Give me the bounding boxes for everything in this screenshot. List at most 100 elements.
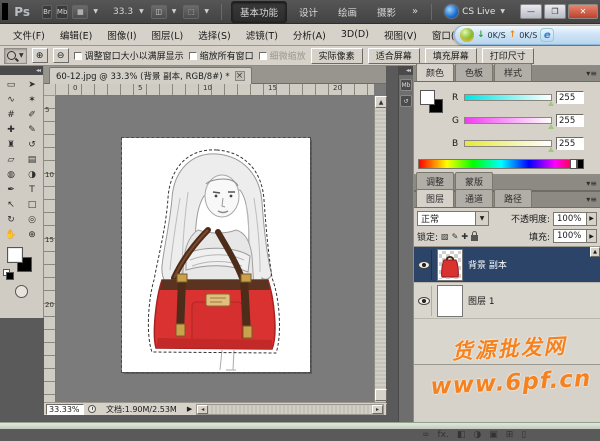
opacity-field[interactable]: 100%▶ [553, 212, 597, 226]
slider-marker-icon[interactable] [548, 124, 554, 129]
zoom-all-windows-checkbox[interactable]: 缩放所有窗口 [189, 49, 254, 62]
tab-swatches[interactable]: 色板 [455, 63, 493, 81]
lock-all-icon[interactable] [471, 235, 478, 241]
tab-styles[interactable]: 样式 [494, 63, 532, 81]
healing-brush-tool[interactable]: ✚ [1, 122, 22, 137]
flyout-icon[interactable]: ▶ [586, 230, 596, 242]
gradient-tool[interactable]: ▤ [22, 152, 43, 167]
tab-close-icon[interactable]: × [235, 71, 245, 81]
workspace-design-button[interactable]: 设计 [291, 2, 326, 22]
crop-tool[interactable]: # [1, 107, 22, 122]
visibility-cell[interactable] [416, 250, 432, 280]
workspace-painting-button[interactable]: 绘画 [330, 2, 365, 22]
bridge-button[interactable]: Br [42, 5, 52, 19]
menu-image[interactable]: 图像(I) [100, 25, 143, 45]
green-slider[interactable] [464, 117, 552, 124]
tab-color[interactable]: 颜色 [416, 63, 454, 81]
eye-icon[interactable] [418, 261, 430, 269]
status-zoom-field[interactable]: 33.33% [46, 404, 84, 415]
menu-3d[interactable]: 3D(D) [334, 26, 376, 43]
workspace-overflow-button[interactable]: » [408, 6, 422, 17]
adjustment-layer-icon[interactable]: ◑ [473, 430, 481, 440]
layer-row-background-copy[interactable]: 背景 副本 [414, 247, 600, 283]
white-chip[interactable] [570, 159, 577, 169]
eyedropper-tool[interactable]: ✐ [22, 107, 43, 122]
flyout-icon[interactable]: ▶ [586, 213, 596, 225]
panel-menu-icon[interactable]: ▾≡ [586, 69, 597, 78]
lock-transparent-icon[interactable]: ▨ [441, 232, 449, 241]
mini-bridge-button[interactable]: Mb [56, 5, 68, 19]
mini-bridge-panel-icon[interactable]: Mb [400, 79, 412, 91]
tab-paths[interactable]: 路径 [494, 189, 532, 207]
eye-icon[interactable] [418, 297, 430, 305]
lock-pixels-icon[interactable]: ✎ [452, 232, 459, 241]
tab-masks[interactable]: 蒙版 [455, 172, 493, 190]
tab-channels[interactable]: 通道 [455, 189, 493, 207]
tab-layers[interactable]: 图层 [416, 189, 454, 207]
clone-stamp-tool[interactable]: ♜ [1, 137, 22, 152]
zoom-out-button[interactable]: ⊖ [53, 48, 69, 63]
blend-mode-select[interactable]: 正常▼ [417, 211, 489, 226]
document-tab[interactable]: 60-12.jpg @ 33.3% (背景 副本, RGB/8#) * × [49, 67, 252, 84]
workspace-essentials-button[interactable]: 基本功能 [231, 1, 287, 23]
menu-edit[interactable]: 编辑(E) [53, 25, 99, 45]
minimize-button[interactable]: — [520, 4, 542, 19]
pen-tool[interactable]: ✒ [1, 182, 22, 197]
menu-view[interactable]: 视图(V) [377, 25, 424, 45]
new-layer-icon[interactable]: ⊞ [506, 430, 514, 440]
chevron-down-icon[interactable]: ▼ [93, 8, 98, 15]
magic-wand-tool[interactable]: ✶ [22, 92, 43, 107]
menu-select[interactable]: 选择(S) [191, 25, 237, 45]
zoom-tool[interactable]: ⊕ [22, 227, 43, 242]
canvas-document[interactable] [122, 138, 310, 372]
screen-mode-icon[interactable]: ⬚ [183, 5, 199, 19]
quick-mask-button[interactable] [15, 285, 28, 298]
red-slider[interactable] [464, 94, 552, 101]
menu-analysis[interactable]: 分析(A) [286, 25, 333, 45]
cs-live-button[interactable]: CS Live ▼ [445, 5, 508, 18]
black-chip[interactable] [577, 159, 584, 169]
tab-adjustments[interactable]: 调整 [416, 172, 454, 190]
resize-window-checkbox[interactable]: 调整窗口大小以满屏显示 [74, 49, 184, 62]
fill-field[interactable]: 100%▶ [553, 229, 597, 243]
network-speed-widget[interactable]: ↓ 0K/S ↑ 0K/S e [454, 25, 600, 45]
lock-position-icon[interactable]: ✚ [461, 232, 468, 241]
blue-slider[interactable] [464, 140, 552, 147]
chevron-down-icon[interactable]: ▼ [172, 8, 177, 15]
zoom-level-value[interactable]: 33.3 [113, 7, 133, 17]
move-tool[interactable]: ➤ [22, 77, 43, 92]
fill-screen-button[interactable]: 填充屏幕 [425, 48, 477, 64]
vertical-scrollbar[interactable]: ▲ ▼ [374, 96, 386, 415]
visibility-cell[interactable] [416, 286, 432, 316]
spectrum-endpoint-chips[interactable] [570, 159, 584, 169]
panel-menu-icon[interactable]: ▾≡ [586, 195, 597, 204]
foreground-color-swatch[interactable] [420, 90, 435, 105]
green-value-field[interactable]: 255 [556, 114, 584, 127]
shape-tool[interactable]: □ [22, 197, 43, 212]
hand-tool[interactable]: ✋ [1, 227, 22, 242]
layer-style-icon[interactable]: fx. [438, 430, 449, 440]
guides-icon[interactable]: ▦ [72, 5, 88, 19]
lasso-tool[interactable]: ∿ [1, 92, 22, 107]
status-flyout-icon[interactable]: ▶ [187, 405, 192, 413]
layer-group-icon[interactable]: ▣ [489, 430, 498, 440]
pasteboard[interactable] [56, 96, 374, 415]
menu-layer[interactable]: 图层(L) [145, 25, 191, 45]
list-scroll-up-icon[interactable]: ▲ [590, 247, 600, 257]
path-selection-tool[interactable]: ↖ [1, 197, 22, 212]
chevron-down-icon[interactable]: ▼ [204, 8, 209, 15]
print-size-button[interactable]: 打印尺寸 [482, 48, 534, 64]
scroll-left-icon[interactable]: ◂ [197, 405, 208, 414]
blur-tool[interactable]: ◍ [1, 167, 22, 182]
slider-marker-icon[interactable] [548, 147, 554, 152]
collapse-panel-icon[interactable]: ◂◂ [399, 66, 413, 75]
menu-file[interactable]: 文件(F) [6, 25, 52, 45]
scrollbar-thumb[interactable] [375, 389, 387, 401]
history-brush-tool[interactable]: ↺ [22, 137, 43, 152]
layer-thumbnail[interactable] [437, 249, 463, 281]
menu-filter[interactable]: 滤镜(T) [239, 25, 285, 45]
chevron-down-icon[interactable]: ▼ [19, 52, 24, 59]
chevron-down-icon[interactable]: ▼ [475, 212, 488, 225]
restore-button[interactable]: ❐ [544, 4, 566, 19]
red-value-field[interactable]: 255 [556, 91, 584, 104]
